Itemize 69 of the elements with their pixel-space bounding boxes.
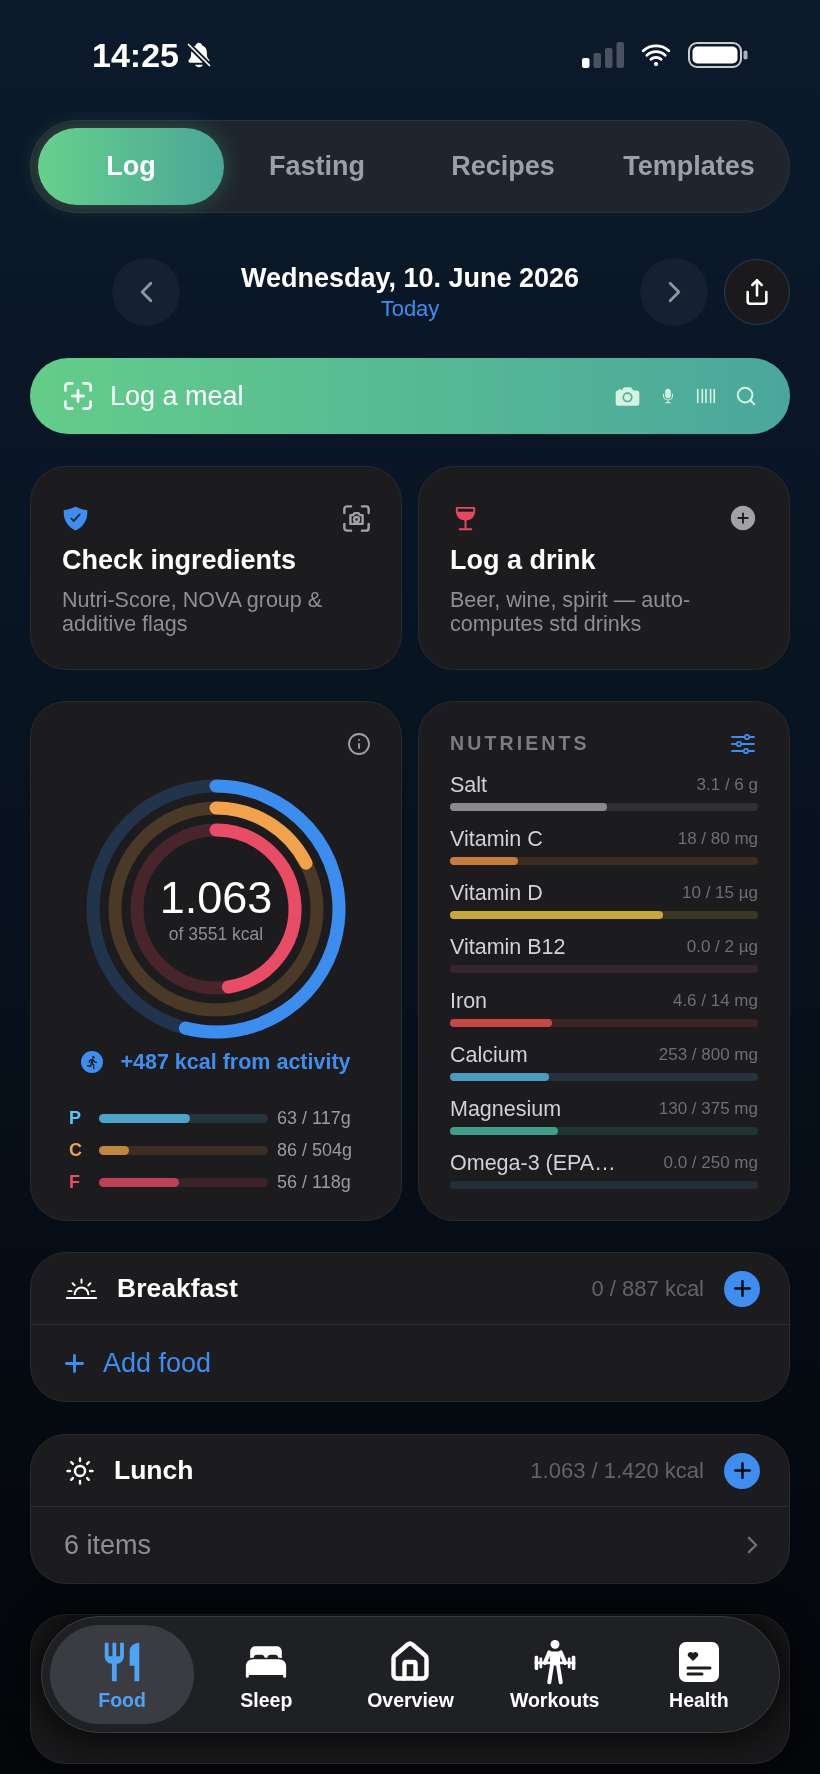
shield-check-icon — [62, 504, 89, 532]
action-card[interactable]: Check ingredients Nutri-Score, NOVA group & additive flags — [30, 466, 402, 670]
plus-icon — [733, 1280, 751, 1297]
nutrient-reading: 3.1 / 6 g — [696, 774, 758, 797]
activity-bonus: +487 kcal from activity — [120, 1048, 351, 1076]
nav-tab[interactable]: Food — [50, 1625, 195, 1724]
macro-letter: P — [69, 1106, 82, 1130]
scan-camera-icon[interactable] — [343, 504, 370, 532]
nav-tab[interactable]: Overview — [338, 1625, 483, 1724]
nutrient-name: Vitamin D — [450, 879, 543, 907]
nutrient-name: Iron — [450, 987, 488, 1015]
card-description: Beer, wine, spirit — auto-computes std drinks — [450, 588, 692, 636]
tab[interactable]: Fasting — [224, 128, 410, 205]
card-description: Nutri-Score, NOVA group & additive flags — [62, 588, 324, 636]
macro-reading: 86 / 504g — [277, 1138, 354, 1162]
nutrient-reading: 0.0 / 2 µg — [686, 936, 758, 959]
battery-icon — [688, 42, 748, 68]
action-card[interactable]: Log a drink Beer, wine, spirit — auto-computes std drinks — [418, 466, 790, 670]
tab[interactable]: Templates — [596, 128, 782, 205]
card-title: Check ingredients — [62, 544, 298, 577]
plus-icon — [733, 1462, 751, 1479]
add-button[interactable] — [724, 1452, 760, 1489]
add-button[interactable] — [724, 1270, 760, 1307]
macro-letter: F — [69, 1170, 81, 1194]
meal-calories: 0 / 887 kcal — [591, 1275, 704, 1303]
nutrient-reading: 10 / 15 µg — [682, 882, 758, 905]
share-icon — [743, 278, 771, 306]
health-card-icon — [678, 1641, 719, 1682]
chevron-left-icon — [139, 281, 153, 303]
nutrient-name: Vitamin B12 — [450, 933, 566, 961]
meal-items-row[interactable]: 6 items — [31, 1507, 789, 1583]
nav-tab[interactable]: Workouts — [482, 1625, 627, 1724]
scan-plus-icon — [64, 382, 92, 410]
nutrient-reading: 18 / 80 mg — [677, 828, 758, 851]
signal-icon — [582, 42, 624, 68]
nutrient-name: Magnesium — [450, 1095, 562, 1123]
macro-reading: 56 / 118g — [277, 1170, 352, 1194]
nutrient-reading: 130 / 375 mg — [658, 1098, 758, 1121]
status-time: 14:25 — [92, 38, 179, 72]
nutrient-name: Salt — [450, 771, 488, 799]
chevron-right-icon — [747, 1536, 758, 1554]
nutrient-name: Omega-3 (EPA… — [450, 1149, 616, 1177]
plus-icon — [65, 1353, 84, 1373]
sunrise-icon — [65, 1278, 98, 1299]
tab[interactable]: Recipes — [410, 128, 596, 205]
nutrients-heading: NUTRIENTS — [450, 731, 590, 757]
meal-calories: 1.063 / 1.420 kcal — [530, 1457, 704, 1485]
card-title: Log a drink — [450, 544, 597, 577]
date-title: Wednesday, 10. June 2026 — [240, 262, 580, 295]
calorie-value: 1.063 — [159, 873, 273, 922]
info-icon[interactable] — [347, 732, 371, 756]
today-label: Today — [380, 295, 440, 322]
meal-title: Breakfast — [117, 1271, 238, 1305]
nutrient-name: Vitamin C — [450, 825, 543, 853]
nav-tab[interactable]: Health — [626, 1625, 771, 1724]
add-food-button[interactable]: Add food — [31, 1325, 789, 1401]
sliders-icon[interactable] — [731, 734, 755, 754]
nutrient-reading: 4.6 / 14 mg — [672, 990, 758, 1013]
meal-title: Lunch — [114, 1453, 194, 1487]
macro-letter: C — [69, 1138, 83, 1162]
nutrient-name: Calcium — [450, 1041, 528, 1069]
calorie-goal: of 3551 kcal — [168, 923, 264, 945]
sun-icon — [65, 1455, 95, 1486]
macro-reading: 63 / 117g — [277, 1106, 352, 1130]
chevron-right-icon — [667, 281, 681, 303]
nutrient-reading: 253 / 800 mg — [658, 1044, 758, 1067]
nutrient-reading: 0.0 / 250 mg — [663, 1152, 758, 1175]
nav-tab[interactable]: Sleep — [194, 1625, 339, 1724]
running-icon — [81, 1051, 104, 1073]
